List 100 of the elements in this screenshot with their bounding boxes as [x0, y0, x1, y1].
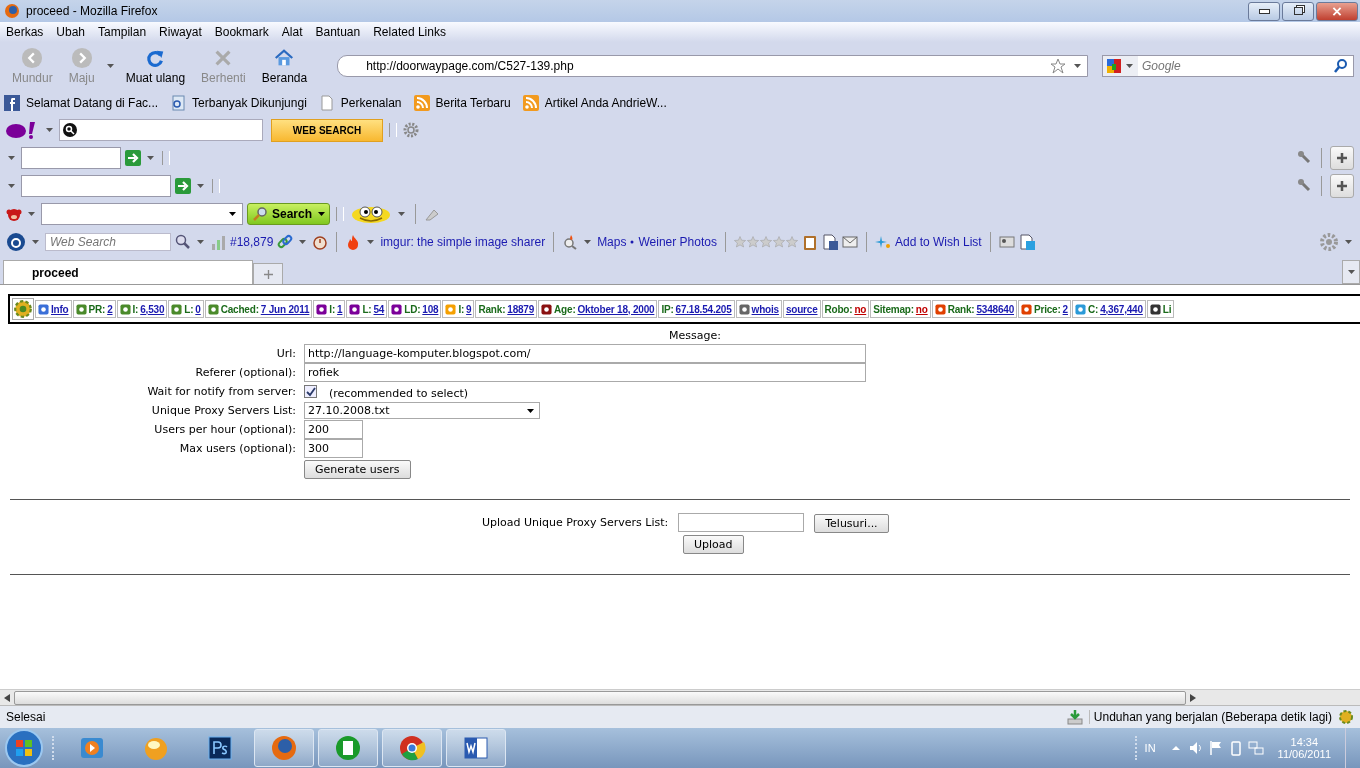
checkbox[interactable]	[304, 385, 317, 398]
seo-link[interactable]: 5348640	[976, 303, 1014, 315]
text-field[interactable]: 300	[304, 439, 363, 458]
download-icon[interactable]	[1066, 709, 1083, 725]
menu-item[interactable]: Related Links	[373, 25, 446, 39]
search-field[interactable]: Google	[1138, 55, 1329, 77]
generate-users-button[interactable]: Generate users	[304, 460, 411, 479]
go-arrow-icon[interactable]	[125, 150, 141, 166]
toolbar-field[interactable]	[21, 147, 121, 169]
caret-icon[interactable]	[367, 240, 375, 244]
menu-item[interactable]: Berkas	[6, 25, 44, 39]
go-arrow-icon[interactable]	[175, 178, 191, 194]
caret-icon[interactable]	[197, 240, 204, 244]
facebook-icon[interactable]	[4, 95, 20, 111]
text-field[interactable]: rofiek	[304, 363, 866, 382]
chain-link-icon[interactable]	[277, 234, 294, 250]
wrench-icon[interactable]	[1297, 150, 1313, 166]
address-bar[interactable]: http://doorwaypage.com/C527-139.php	[337, 55, 1088, 77]
clipboard-icon[interactable]	[801, 234, 818, 250]
rank-link[interactable]: #18,879	[230, 235, 274, 249]
menu-item[interactable]: Ubah	[56, 25, 86, 39]
scroll-right-icon[interactable]	[1190, 693, 1196, 702]
toolbar-link[interactable]: Weiner Photos	[638, 235, 717, 249]
menu-item[interactable]: Tampilan	[98, 25, 147, 39]
text-field[interactable]: http://language-komputer.blogspot.com/	[304, 344, 866, 363]
bookmark-link[interactable]: Selamat Datang di Fac...	[26, 96, 159, 110]
taskbar-button[interactable]	[254, 729, 314, 767]
star-rating[interactable]	[733, 236, 798, 248]
start-button[interactable]	[4, 728, 44, 768]
new-tab-button[interactable]	[253, 263, 283, 284]
file-field[interactable]	[678, 513, 805, 532]
magnifier-flame-icon[interactable]	[562, 234, 579, 250]
search-engine-button[interactable]	[1102, 55, 1138, 77]
monkey-icon[interactable]	[6, 206, 22, 222]
seo-link[interactable]: 2	[107, 303, 113, 315]
text-field[interactable]: 200	[304, 420, 363, 439]
seo-link[interactable]: no	[854, 303, 867, 315]
seo-link[interactable]: 54	[373, 303, 385, 315]
caret-icon[interactable]	[299, 240, 307, 244]
toolbar-field[interactable]	[21, 175, 171, 197]
web-search-field[interactable]: Web Search	[45, 233, 171, 251]
caret-icon[interactable]	[32, 240, 39, 244]
page-search-icon[interactable]	[170, 95, 187, 111]
facebook-page-icon[interactable]	[821, 234, 838, 250]
settings-icon[interactable]	[403, 122, 419, 138]
seo-link[interactable]: 6,530	[140, 303, 165, 315]
network-icon[interactable]	[1247, 740, 1264, 756]
seo-link[interactable]: 18879	[507, 303, 535, 315]
menu-item[interactable]: Alat	[281, 25, 303, 39]
gear-logo-icon[interactable]	[1338, 709, 1354, 725]
seo-link[interactable]: 1	[337, 303, 343, 315]
toolbar-link[interactable]: Maps	[597, 235, 627, 249]
menu-item[interactable]: Bantuan	[315, 25, 361, 39]
search-combo[interactable]	[41, 203, 243, 225]
minimize-button[interactable]	[1248, 1, 1280, 21]
wish-list-link[interactable]: Add to Wish List	[894, 235, 982, 249]
caret-icon[interactable]	[584, 240, 592, 244]
caret-icon[interactable]	[8, 156, 15, 160]
speaker-icon[interactable]	[1187, 740, 1204, 756]
nav-button[interactable]: Muat ulang	[119, 47, 192, 85]
bookmark-link[interactable]: Terbanyak Dikunjungi	[192, 96, 307, 110]
caret-icon[interactable]	[197, 184, 204, 188]
scrollbar-thumb[interactable]	[14, 690, 1186, 705]
proxy-list-select[interactable]: 27.10.2008.txt	[304, 402, 540, 419]
gear-logo-icon[interactable]	[12, 298, 34, 320]
search-button[interactable]	[1329, 55, 1354, 77]
caret-icon[interactable]	[28, 212, 35, 216]
search-icon[interactable]	[175, 234, 191, 250]
seo-link[interactable]: 2	[1062, 303, 1068, 315]
seo-link[interactable]: 7 Jun 2011	[260, 303, 310, 315]
stopwatch-icon[interactable]	[312, 234, 329, 250]
caret-icon[interactable]	[1345, 240, 1352, 244]
wrench-icon[interactable]	[1297, 178, 1313, 194]
scroll-left-icon[interactable]	[4, 693, 10, 702]
download-status[interactable]: Unduhan yang berjalan (Beberapa detik lagi)	[1088, 710, 1332, 724]
smiley-icon[interactable]	[350, 204, 393, 224]
tab-list-button[interactable]	[1342, 260, 1360, 284]
caret-icon[interactable]	[46, 128, 53, 132]
bookmark-link[interactable]: Berita Terbaru	[435, 96, 511, 110]
seo-link[interactable]: 4,367,440	[1100, 303, 1143, 315]
twitter-page-icon[interactable]	[1018, 234, 1035, 250]
toolbar-link[interactable]: imgur: the simple image sharer	[380, 235, 546, 249]
bookmark-link[interactable]: Perkenalan	[340, 96, 402, 110]
bookmark-link[interactable]: Artikel Anda AndrieW...	[544, 96, 667, 110]
caret-icon[interactable]	[147, 156, 154, 160]
seo-link[interactable]: Oktober 18, 2000	[577, 303, 655, 315]
caret-icon[interactable]	[106, 64, 114, 68]
seo-link[interactable]: 0	[195, 303, 201, 315]
add-button[interactable]	[1330, 146, 1354, 170]
taskbar-button[interactable]	[382, 729, 442, 767]
web-search-button[interactable]: WEB SEARCH	[271, 118, 383, 142]
close-button[interactable]	[1316, 1, 1358, 21]
star-icon[interactable]	[1050, 58, 1066, 74]
browser-tab[interactable]: proceed	[3, 260, 253, 284]
seo-link[interactable]: no	[915, 303, 928, 315]
seo-link[interactable]: 67.18.54.205	[675, 303, 732, 315]
upload-button[interactable]: Upload	[683, 535, 744, 554]
seo-link[interactable]: 9	[466, 303, 472, 315]
seo-link[interactable]: 108	[422, 303, 439, 315]
add-button[interactable]	[1330, 174, 1354, 198]
